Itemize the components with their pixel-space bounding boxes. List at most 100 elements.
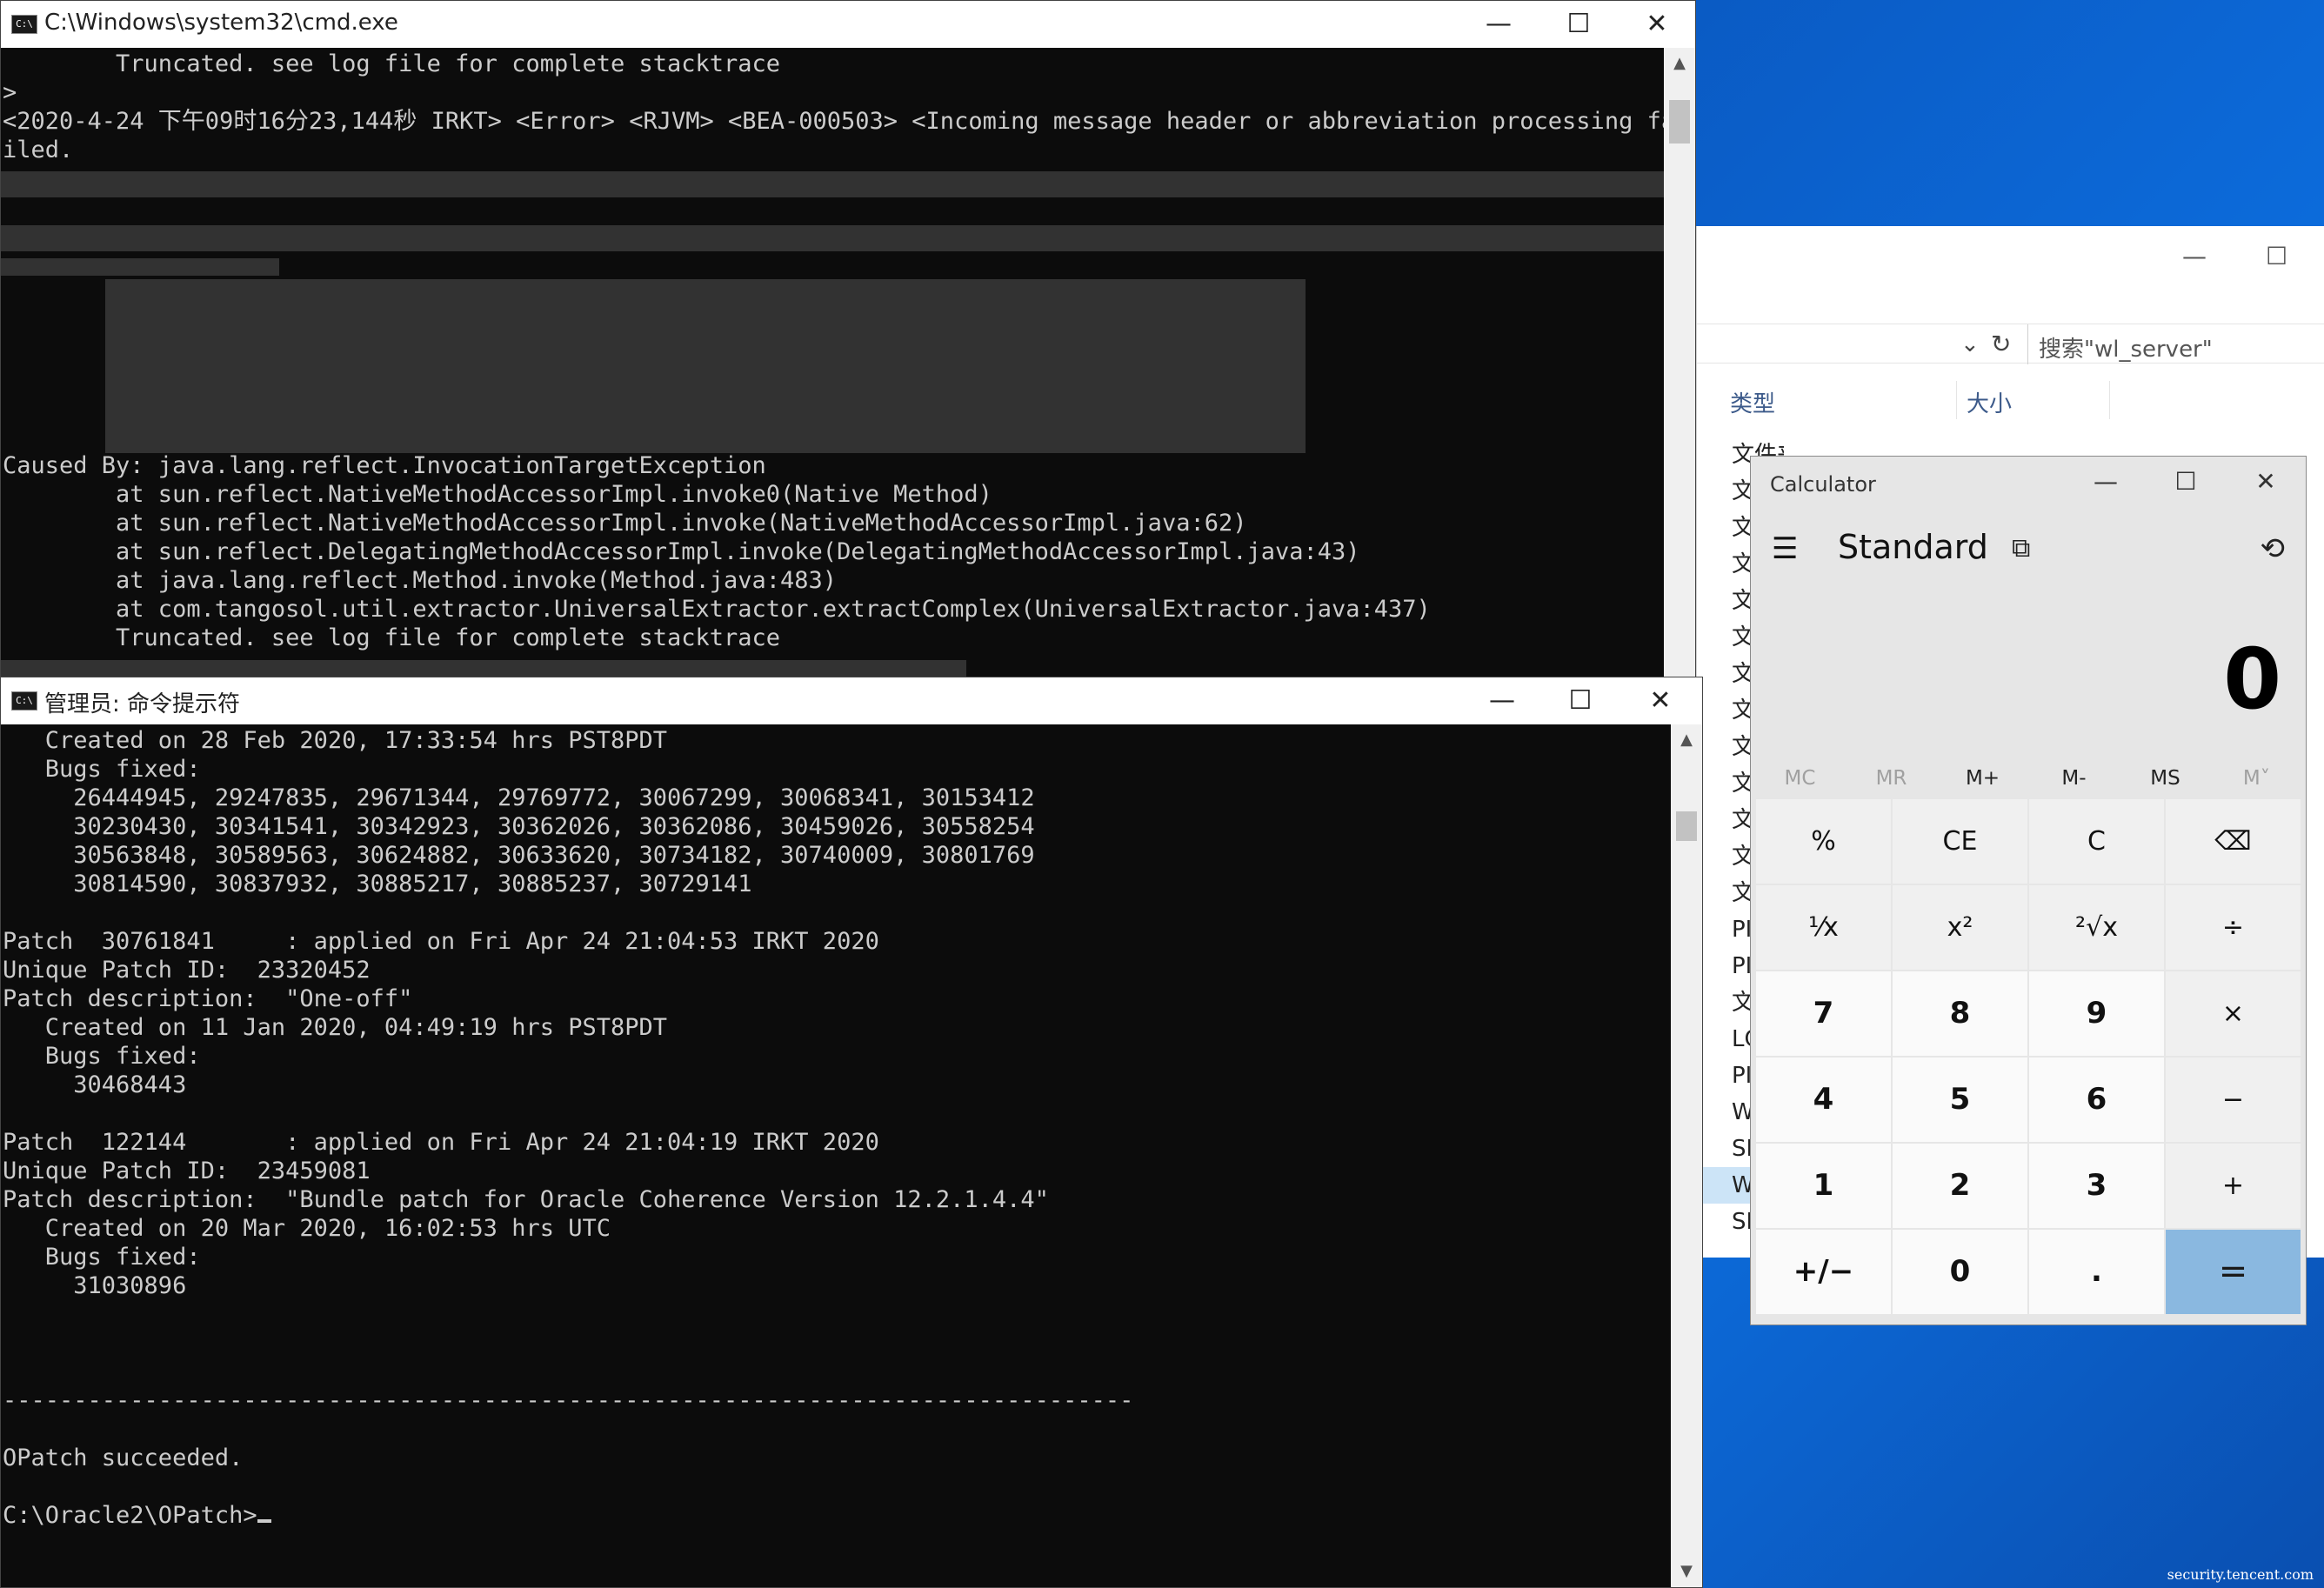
watermark: security.tencent.com [2167,1566,2314,1583]
console-line: Created on 20 Mar 2020, 16:02:53 hrs UTC [3,1215,611,1242]
console-line: Unique Patch ID: 23320452 [3,957,371,984]
explorer-maximize-button[interactable]: ☐ [2266,242,2287,270]
key-equals[interactable]: = [2166,1230,2301,1314]
console-line: at java.lang.reflect.Method.invoke(Metho… [3,567,838,594]
key-add[interactable]: + [2166,1144,2301,1228]
cmd-top-close-button[interactable]: ✕ [1617,1,1697,48]
cmd-top-scrollbar[interactable]: ▲ [1664,48,1695,686]
cmd-top-title: C:\Windows\system32\cmd.exe [44,10,398,36]
memory-row: MC MR M+ M- MS M˅ [1754,752,2304,804]
key-subtract[interactable]: − [2166,1058,2301,1142]
console-line: ----------------------------------------… [3,1387,1134,1414]
column-separator[interactable] [2109,381,2110,419]
key-5[interactable]: 5 [1893,1058,2027,1142]
cmd-admin-minimize-button[interactable]: — [1462,677,1542,724]
key-square-root[interactable]: ²√x [2029,885,2164,970]
key-2[interactable]: 2 [1893,1144,2027,1228]
explorer-search-input[interactable]: 搜索"wl_server" [2027,324,2324,364]
calculator-close-button[interactable]: ✕ [2248,467,2283,496]
redacted-region [105,279,1306,453]
key-4[interactable]: 4 [1756,1058,1891,1142]
scroll-up-arrow-icon[interactable]: ▲ [1664,48,1695,79]
scrollbar-thumb[interactable] [1676,811,1697,841]
console-line: at sun.reflect.NativeMethodAccessorImpl.… [3,510,1247,537]
cmd-admin-scrollbar[interactable]: ▲ ▼ [1671,724,1702,1587]
console-line: Truncated. see log file for complete sta… [3,624,781,651]
memory-button-mplus[interactable]: M+ [1937,752,2028,804]
scroll-down-arrow-icon[interactable]: ▼ [1671,1556,1702,1587]
console-line: at com.tangosol.util.extractor.Universal… [3,596,1431,623]
cmd-icon: C:\ [11,691,37,711]
console-line: Patch description: "One-off" [3,985,413,1012]
memory-button-mr[interactable]: MR [1846,752,1937,804]
cmd-window-top: C:\ C:\Windows\system32\cmd.exe — ☐ ✕ Tr… [0,0,1696,687]
memory-button-mminus[interactable]: M- [2028,752,2120,804]
key-1[interactable]: 1 [1756,1144,1891,1228]
cmd-top-minimize-button[interactable]: — [1459,1,1539,48]
column-header-size[interactable]: 大小 [1967,386,2012,418]
cmd-admin-titlebar: C:\ 管理员: 命令提示符 — ☐ ✕ [1,677,1702,724]
memory-button-ms[interactable]: MS [2120,752,2211,804]
calculator-maximize-button[interactable]: ☐ [2168,467,2203,496]
memory-button-mc[interactable]: MC [1754,752,1846,804]
cmd-admin-close-button[interactable]: ✕ [1620,677,1700,724]
redacted-region [1,225,1664,251]
key-9[interactable]: 9 [2029,971,2164,1056]
cmd-admin-maximize-button[interactable]: ☐ [1540,677,1620,724]
scrollbar-thumb[interactable] [1669,100,1690,143]
console-line: iled. [3,137,74,163]
redacted-region [1,258,279,276]
key-0[interactable]: 0 [1893,1230,2027,1314]
key-multiply[interactable]: × [2166,971,2301,1056]
column-header-type[interactable]: 类型 [1730,386,1775,418]
console-line: Patch description: "Bundle patch for Ora… [3,1186,1049,1213]
key-divide[interactable]: ÷ [2166,885,2301,970]
keep-on-top-icon[interactable]: ⧉ [2012,533,2030,564]
key-backspace[interactable]: ⌫ [2166,799,2301,884]
key-3[interactable]: 3 [2029,1144,2164,1228]
console-line: Created on 11 Jan 2020, 04:49:19 hrs PST… [3,1014,668,1041]
console-line: Patch 30761841 : applied on Fri Apr 24 2… [3,928,879,955]
key-7[interactable]: 7 [1756,971,1891,1056]
calculator-keypad: % CE C ⌫ ¹⁄x x² ²√x ÷ 7 8 9 × 4 5 6− 1 2 3 + +/− 0. = [1756,799,2302,1321]
key-decimal[interactable]: . [2029,1230,2164,1314]
cmd-top-maximize-button[interactable]: ☐ [1539,1,1619,48]
cmd-window-admin: C:\ 管理员: 命令提示符 — ☐ ✕ Created on 28 Feb 2… [0,677,1703,1588]
key-8[interactable]: 8 [1893,971,2027,1056]
memory-button-m[interactable]: M˅ [2211,752,2302,804]
console-line: 26444945, 29247835, 29671344, 29769772, … [3,784,1035,811]
console-line: at sun.reflect.DelegatingMethodAccessorI… [3,538,1360,565]
key-percent[interactable]: % [1756,799,1891,884]
console-line: 30814590, 30837932, 30885217, 30885237, … [3,871,752,897]
console-line: 30563848, 30589563, 30624882, 30633620, … [3,842,1035,869]
calculator-minimize-button[interactable]: — [2088,467,2123,496]
cmd-icon: C:\ [11,15,37,34]
console-line: Bugs fixed: [3,1043,201,1070]
column-separator[interactable] [1956,381,1957,419]
explorer-column-headers: 类型 大小 [1697,381,2324,419]
console-line: Caused By: java.lang.reflect.InvocationT… [3,452,766,479]
calculator-title: Calculator [1770,472,1876,497]
cmd-admin-output[interactable]: Created on 28 Feb 2020, 17:33:54 hrs PST… [1,724,1671,1587]
key-reciprocal[interactable]: ¹⁄x [1756,885,1891,970]
console-line: Created on 28 Feb 2020, 17:33:54 hrs PST… [3,727,668,754]
refresh-icon[interactable]: ↻ [1991,330,2011,358]
console-line: Bugs fixed: [3,756,201,783]
key-negate[interactable]: +/− [1756,1230,1891,1314]
key-clear[interactable]: C [2029,799,2164,884]
key-square[interactable]: x² [1893,885,2027,970]
explorer-minimize-button[interactable]: — [2182,242,2207,270]
calculator-mode-label: Standard [1838,528,1988,566]
key-clear-entry[interactable]: CE [1893,799,2027,884]
explorer-address-bar: ⌄ ↻ 搜索"wl_server" [1697,324,2324,364]
console-line: Truncated. see log file for complete sta… [3,50,781,77]
console-line: 30230430, 30341541, 30342923, 30362026, … [3,813,1035,840]
chevron-down-icon[interactable]: ⌄ [1960,331,1980,357]
key-6[interactable]: 6 [2029,1058,2164,1142]
scroll-up-arrow-icon[interactable]: ▲ [1671,724,1702,756]
history-icon[interactable]: ⟲ [2261,531,2286,566]
hamburger-menu-icon[interactable]: ☰ [1772,531,1798,566]
console-line: Patch 122144 : applied on Fri Apr 24 21:… [3,1129,879,1156]
